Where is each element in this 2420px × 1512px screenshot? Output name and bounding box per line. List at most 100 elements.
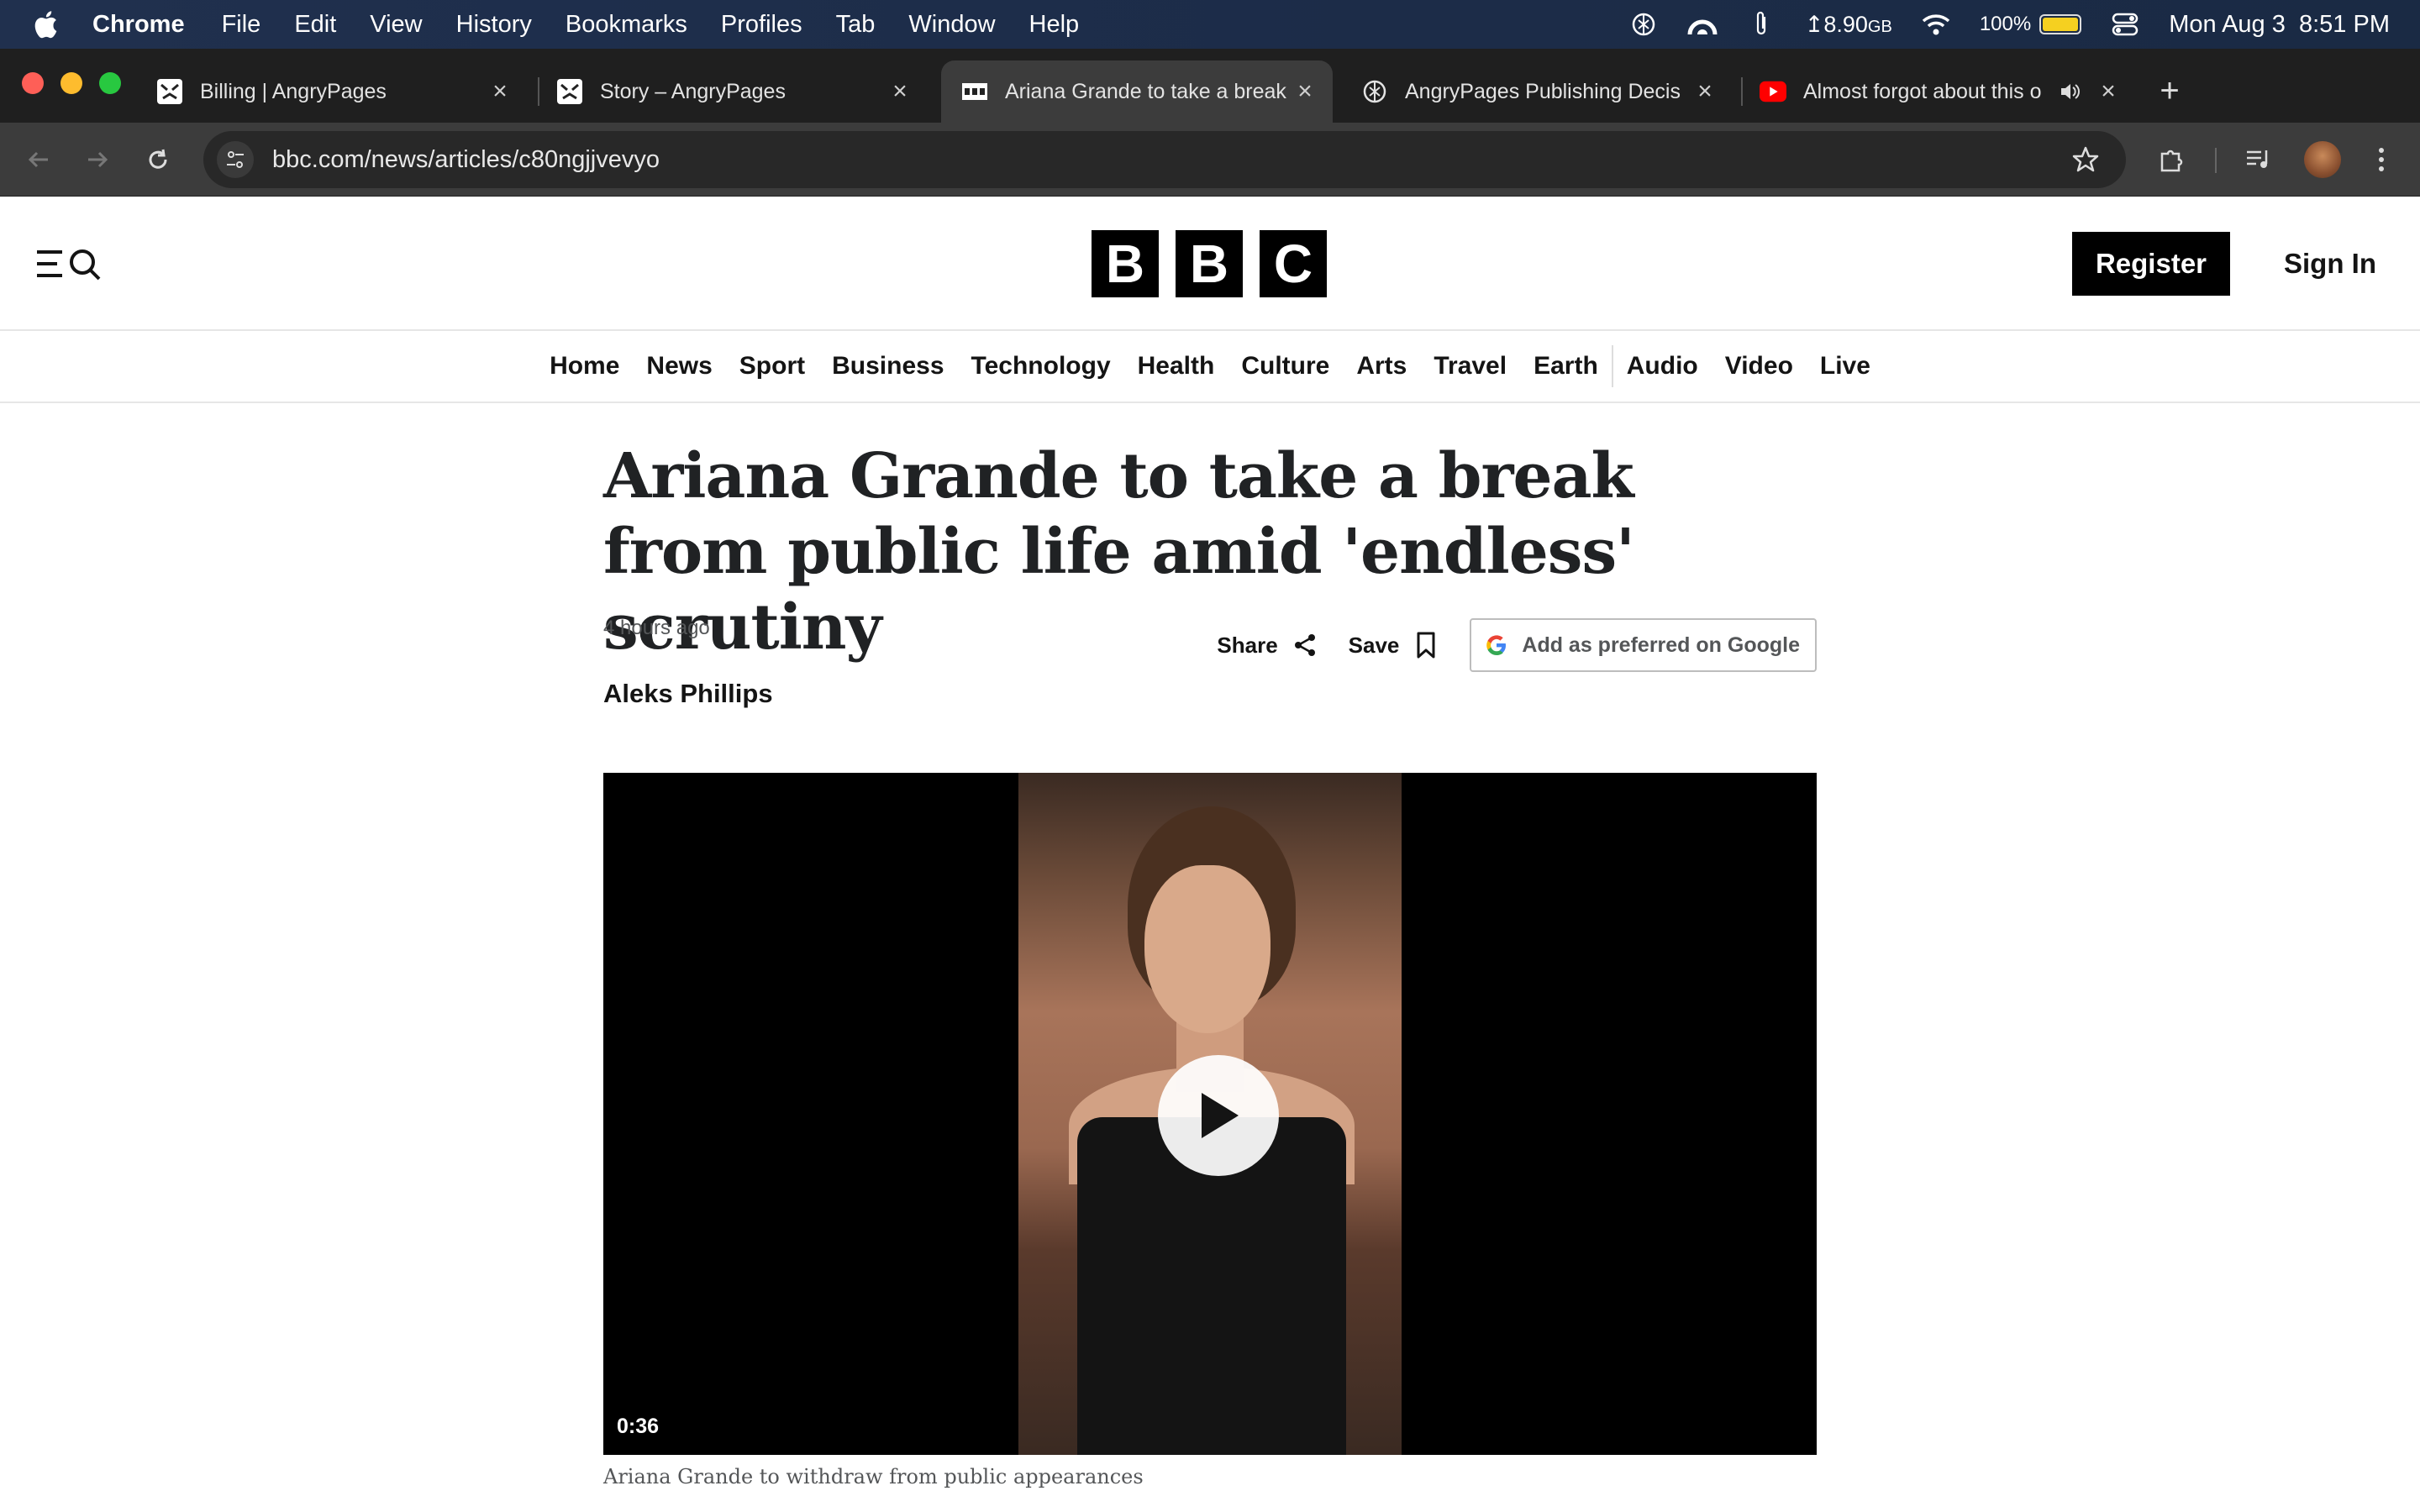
url-text: bbc.com/news/articles/c80ngjjvevyo [272,145,660,173]
zoom-window-button[interactable] [99,72,121,94]
menu-window[interactable]: Window [908,11,995,39]
reload-icon[interactable] [139,141,176,178]
play-button[interactable] [1158,1055,1279,1176]
toolbar-divider [2215,148,2217,173]
control-center-icon[interactable] [2110,9,2140,39]
nav-news[interactable]: News [633,352,725,381]
save-label: Save [1348,632,1400,658]
address-bar[interactable]: bbc.com/news/articles/c80ngjjvevyo [203,131,2126,188]
back-icon[interactable] [20,141,57,178]
youtube-icon [1760,78,1786,105]
tab-title: AngryPages Publishing Decis [1405,79,1681,103]
video-duration: 0:36 [617,1415,660,1438]
tab-title: Ariana Grande to take a break [1005,79,1286,103]
close-window-button[interactable] [22,72,44,94]
profile-avatar[interactable] [2304,141,2341,178]
apple-icon[interactable] [30,9,60,39]
close-tab-icon[interactable]: × [2094,77,2123,106]
window-controls [22,72,121,94]
nav-audio[interactable]: Audio [1613,352,1712,381]
openai-icon[interactable] [1628,9,1659,39]
menu-search-button[interactable] [34,245,104,282]
menu-app-name[interactable]: Chrome [92,11,185,39]
chrome-toolbar: bbc.com/news/articles/c80ngjjvevyo [0,123,2420,197]
storage-indicator[interactable]: ↥8.90GB [1805,12,1892,38]
nav-technology[interactable]: Technology [958,352,1124,381]
nav-arts[interactable]: Arts [1343,352,1420,381]
add-preferred-google-button[interactable]: Add as preferred on Google [1470,618,1817,672]
nav-live[interactable]: Live [1807,352,1884,381]
video-player[interactable]: 0:36 [603,773,1817,1455]
angrypages-icon [156,78,183,105]
register-button[interactable]: Register [2072,232,2230,296]
menu-view[interactable]: View [370,11,422,39]
new-tab-button[interactable]: + [2153,72,2186,109]
nav-video[interactable]: Video [1712,352,1807,381]
more-menu-icon[interactable] [2363,141,2400,178]
menu-bookmarks[interactable]: Bookmarks [566,11,687,39]
macos-menu-bar: Chrome File Edit View History Bookmarks … [0,0,2420,49]
menubar-status-area: ↥8.90GB 100% Mon Aug 3 8:51 PM [1628,0,2390,49]
nav-sport[interactable]: Sport [726,352,818,381]
storage-value: ↥8.90 [1804,11,1868,37]
menu-file[interactable]: File [222,11,261,39]
tab-billing[interactable]: Billing | AngryPages × [136,60,528,123]
minimize-window-button[interactable] [60,72,82,94]
menu-profiles[interactable]: Profiles [721,11,802,39]
battery-percent: 100% [1979,13,2032,35]
menu-help[interactable]: Help [1029,11,1080,39]
arc-icon[interactable] [1687,9,1718,39]
angrypages-icon [556,78,583,105]
close-tab-icon[interactable]: × [1291,77,1319,106]
bbc-logo[interactable]: B B C [1092,230,1327,297]
nav-travel[interactable]: Travel [1420,352,1520,381]
bbc-logo-letter: C [1260,230,1327,297]
save-button[interactable]: Save [1349,630,1442,660]
speaker-icon[interactable] [2055,77,2084,106]
bookmark-star-icon[interactable] [2067,141,2104,178]
extensions-icon[interactable] [2153,141,2190,178]
battery-fill [2043,18,2079,31]
article-timestamp: 4 hours ago [603,617,710,639]
close-tab-icon[interactable]: × [486,77,514,106]
bbc-icon [961,78,988,105]
media-controls-icon[interactable] [2240,141,2277,178]
poster-face [1144,865,1270,1033]
menu-tab[interactable]: Tab [836,11,876,39]
article-byline[interactable]: Aleks Phillips [603,679,773,709]
sign-in-link[interactable]: Sign In [2284,232,2376,296]
close-tab-icon[interactable]: × [1691,77,1719,106]
nav-health[interactable]: Health [1124,352,1228,381]
openai-icon [1361,78,1388,105]
google-button-label: Add as preferred on Google [1522,633,1800,657]
menu-edit[interactable]: Edit [294,11,336,39]
tab-title: Almost forgot about this o [1803,79,2042,103]
nav-earth[interactable]: Earth [1520,352,1612,381]
close-tab-icon[interactable]: × [886,77,914,106]
share-label: Share [1217,632,1278,658]
share-icon [1290,630,1320,660]
wifi-icon[interactable] [1921,9,1951,39]
google-g-icon [1485,633,1508,657]
menubar-clock[interactable]: Mon Aug 3 8:51 PM [2169,11,2390,39]
share-button[interactable]: Share [1217,630,1319,660]
storage-unit: GB [1867,17,1892,36]
bbc-header: B B C Register Sign In [0,197,2420,331]
article-actions: Share Save Add as preferred on Google [1217,618,1817,672]
forward-icon[interactable] [79,141,116,178]
paperclip-icon[interactable] [1746,9,1776,39]
battery-indicator[interactable]: 100% [1979,13,2082,36]
site-settings-icon[interactable] [217,141,254,178]
tab-youtube[interactable]: Almost forgot about this o × [1739,60,2136,123]
nav-business[interactable]: Business [818,352,957,381]
bookmark-icon [1411,630,1441,660]
tab-title: Story – AngryPages [600,79,786,103]
tab-bbc-article[interactable]: Ariana Grande to take a break × [941,60,1333,123]
nav-culture[interactable]: Culture [1228,352,1343,381]
play-icon [1202,1093,1239,1138]
tab-openai[interactable]: AngryPages Publishing Decis × [1341,60,1733,123]
menu-history[interactable]: History [456,11,532,39]
nav-home[interactable]: Home [536,352,633,381]
tab-title: Billing | AngryPages [200,79,387,103]
tab-story[interactable]: Story – AngryPages × [536,60,928,123]
